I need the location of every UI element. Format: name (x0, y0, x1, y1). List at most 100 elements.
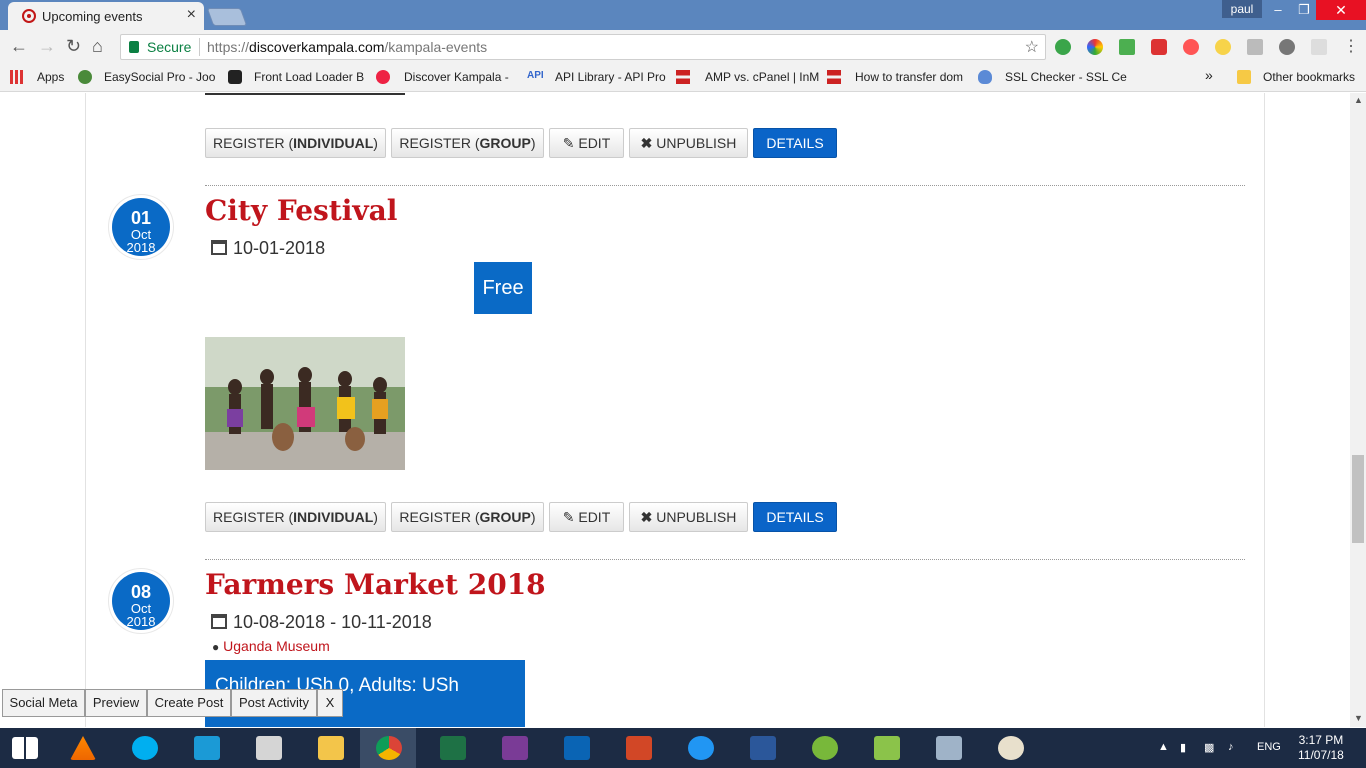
event-year: 2018 (126, 240, 156, 255)
taskbar-powerpoint[interactable] (610, 728, 666, 768)
unpublish-button[interactable]: ✖ UNPUBLISH (629, 502, 748, 532)
taskbar-monitor[interactable] (920, 728, 976, 768)
inmotion-icon (676, 70, 690, 84)
post-activity-button[interactable]: Post Activity (231, 689, 317, 717)
details-button[interactable]: DETAILS (753, 128, 837, 158)
close-bar-button[interactable]: X (317, 689, 343, 717)
scroll-up-icon[interactable]: ▲ (1354, 95, 1363, 105)
taskbar-file-explorer[interactable] (302, 728, 358, 768)
home-icon[interactable]: ⌂ (92, 36, 103, 57)
extension-color-icon[interactable] (1087, 39, 1103, 55)
reload-icon[interactable]: ↻ (66, 36, 81, 57)
menu-icon[interactable]: ⋮ (1343, 36, 1359, 56)
address-divider (199, 38, 200, 56)
edit-button[interactable]: ✎ EDIT (549, 128, 624, 158)
taskbar-utorrent[interactable] (796, 728, 852, 768)
unpublish-button[interactable]: ✖ UNPUBLISH (629, 128, 748, 158)
register-individual-button[interactable]: REGISTER (INDIVIDUAL) (205, 502, 386, 532)
calendar-icon (211, 614, 227, 629)
extension-grey-icon[interactable] (1247, 39, 1263, 55)
taskbar-notepad[interactable] (858, 728, 914, 768)
scrollbar-thumb[interactable] (1352, 455, 1364, 543)
register-group-button[interactable]: REGISTER (GROUP) (391, 128, 544, 158)
event-price-badge: Free (474, 262, 532, 314)
details-button[interactable]: DETAILS (753, 502, 837, 532)
minimize-button[interactable]: – (1265, 0, 1291, 20)
create-post-button[interactable]: Create Post (147, 689, 231, 717)
taskbar-app-check[interactable] (672, 728, 728, 768)
extension-green-icon[interactable] (1055, 39, 1071, 55)
profile-button[interactable]: paul (1222, 0, 1262, 18)
register-group-label: GROUP (479, 509, 531, 525)
extension-shield-icon[interactable] (1151, 39, 1167, 55)
restore-button[interactable]: ❐ (1291, 0, 1317, 20)
address-bar[interactable]: Secure https://discoverkampala.com/kampa… (120, 34, 1046, 60)
ssl-shield-icon (978, 70, 992, 84)
tab-close-icon[interactable]: × (187, 6, 196, 24)
preview-button[interactable]: Preview (85, 689, 147, 717)
taskbar-media-player[interactable] (240, 728, 296, 768)
taskbar-photos[interactable] (178, 728, 234, 768)
tray-network-icon[interactable]: ▩ (1204, 741, 1214, 754)
edit-button[interactable]: ✎ EDIT (549, 502, 624, 532)
tray-expand-icon[interactable]: ▲ (1158, 741, 1169, 753)
pencil-icon: ✎ (562, 135, 575, 151)
language-indicator[interactable]: ENG (1257, 741, 1281, 753)
photo-app-icon (194, 736, 220, 760)
event-location[interactable]: ● Uganda Museum (212, 638, 330, 654)
close-window-button[interactable]: ✕ (1316, 0, 1366, 20)
tray-volume-icon[interactable]: ♪ (1228, 741, 1234, 753)
start-button[interactable] (0, 728, 56, 768)
taskbar-onenote[interactable] (486, 728, 542, 768)
event-date-text: 10-01-2018 (233, 238, 326, 258)
event-title[interactable]: City Festival (205, 194, 397, 227)
back-icon[interactable]: ← (10, 36, 28, 57)
tray-device-icon[interactable]: ▮ (1180, 741, 1186, 754)
event-date-badge: 01 Oct 2018 (108, 194, 174, 260)
taskbar-vlc[interactable] (54, 728, 110, 768)
taskbar-excel[interactable] (424, 728, 480, 768)
bookmark-discover-kampala[interactable]: Discover Kampala - (404, 70, 509, 84)
windows-icon (12, 737, 38, 759)
content-border-right (1264, 93, 1265, 727)
new-tab-button[interactable] (206, 8, 248, 26)
page-scrollbar[interactable]: ▲ ▼ (1350, 93, 1366, 727)
bookmark-star-icon[interactable]: ☆ (1025, 37, 1039, 57)
other-bookmarks[interactable]: Other bookmarks (1263, 70, 1355, 84)
secure-label: Secure (147, 39, 192, 55)
scroll-down-icon[interactable]: ▼ (1354, 713, 1363, 723)
api-icon: API (527, 70, 544, 81)
bookmark-front-load[interactable]: Front Load Loader B (254, 70, 364, 84)
register-group-button[interactable]: REGISTER (GROUP) (391, 502, 544, 532)
taskbar-skype[interactable] (116, 728, 172, 768)
extension-block-icon[interactable] (1183, 39, 1199, 55)
bookmark-transfer-domain[interactable]: How to transfer dom (855, 70, 963, 84)
taskbar-chrome[interactable] (360, 728, 416, 768)
taskbar-paint[interactable] (982, 728, 1038, 768)
bookmark-api-library[interactable]: API Library - API Pro (555, 70, 666, 84)
browser-tab[interactable]: Upcoming events × (8, 2, 204, 30)
event-date: 10-01-2018 (211, 238, 325, 259)
event-location-text: Uganda Museum (223, 638, 330, 654)
extension-code-icon[interactable] (1311, 39, 1327, 55)
bookmark-ssl-checker[interactable]: SSL Checker - SSL Ce (1005, 70, 1127, 84)
event-image[interactable] (205, 337, 405, 470)
register-individual-button[interactable]: REGISTER (INDIVIDUAL) (205, 128, 386, 158)
bookmark-amp-cpanel[interactable]: AMP vs. cPanel | InM (705, 70, 819, 84)
forward-icon[interactable]: → (38, 36, 56, 57)
taskbar-clock[interactable]: 3:17 PM 11/07/18 (1298, 733, 1344, 763)
event-date-text: 10-08-2018 - 10-11-2018 (233, 612, 432, 632)
url-scheme: https:// (207, 39, 250, 55)
bookmark-apps[interactable]: Apps (37, 70, 64, 84)
event-title[interactable]: Farmers Market 2018 (205, 568, 546, 601)
taskbar-outlook[interactable] (548, 728, 604, 768)
bookmark-easysocial[interactable]: EasySocial Pro - Joo (104, 70, 215, 84)
extension-chrome-icon[interactable] (1119, 39, 1135, 55)
extension-moon-icon[interactable] (1215, 39, 1231, 55)
monitor-icon (936, 736, 962, 760)
taskbar-word[interactable] (734, 728, 790, 768)
extension-gear-icon[interactable] (1279, 39, 1295, 55)
social-meta-button[interactable]: Social Meta (2, 689, 85, 717)
windows-taskbar: ▲ ▮ ▩ ♪ ENG 3:17 PM 11/07/18 (0, 728, 1366, 768)
more-bookmarks-icon[interactable]: » (1205, 67, 1213, 83)
